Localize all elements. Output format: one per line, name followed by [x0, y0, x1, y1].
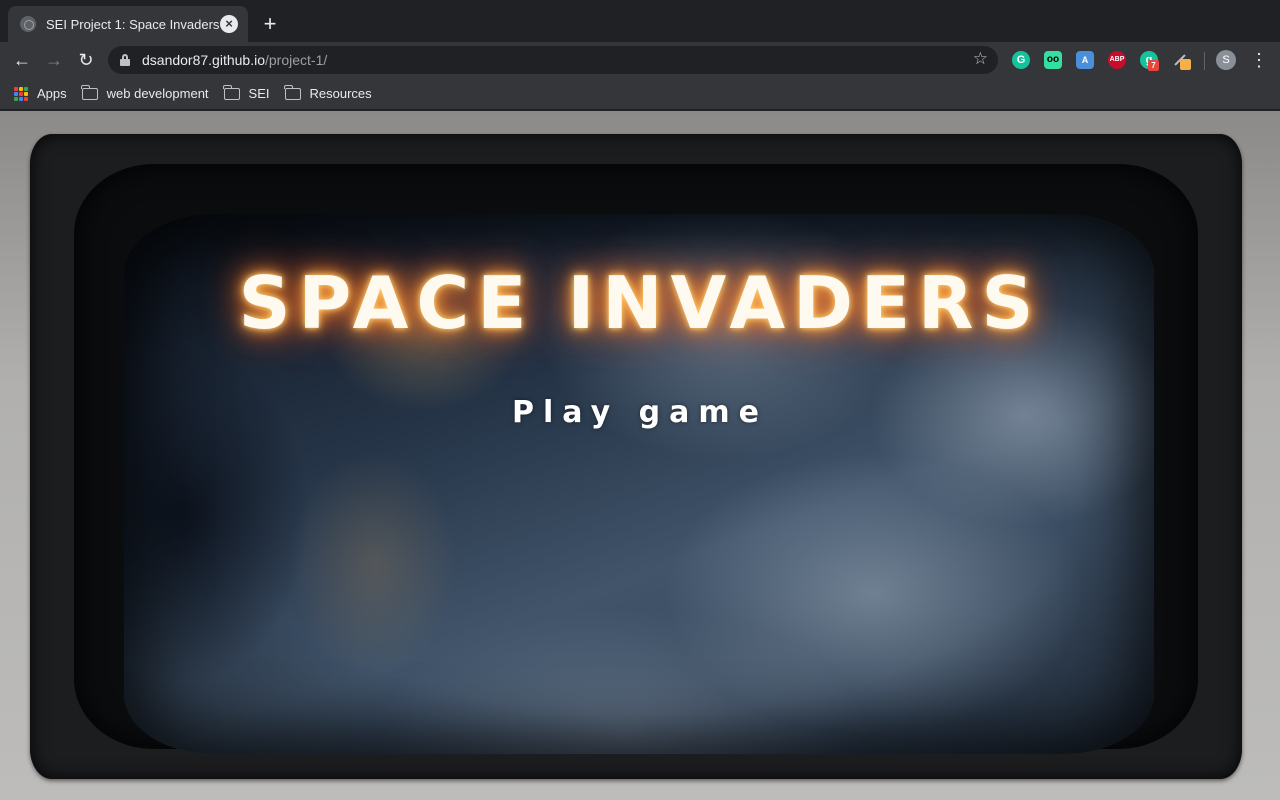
adblock-plus-extension-icon[interactable]: ABP	[1108, 51, 1126, 69]
bookmark-resources[interactable]: Resources	[284, 84, 372, 101]
reload-button[interactable]: ↻	[74, 48, 98, 72]
folder-icon	[284, 84, 301, 100]
more-menu-icon[interactable]: ⋮	[1250, 48, 1268, 72]
lock-icon[interactable]	[120, 54, 130, 66]
tv-frame	[30, 134, 1242, 779]
bookmark-label: Resources	[309, 86, 372, 101]
url-path: /project-1/	[265, 52, 328, 68]
bookmark-label: Apps	[37, 86, 67, 101]
bookmark-label: SEI	[248, 86, 270, 101]
address-bar[interactable]: dsandor87.github.io/project-1/ ☆	[108, 46, 998, 74]
globe-icon	[20, 16, 36, 32]
translate-extension-icon[interactable]: A	[1076, 51, 1094, 69]
tripadvisor-extension-icon[interactable]: oo	[1044, 51, 1062, 69]
grammarly-g2-extension-icon[interactable]: g 7	[1140, 51, 1159, 71]
bookmark-star-icon[interactable]: ☆	[973, 49, 988, 69]
browser-tab[interactable]: SEI Project 1: Space Invaders ×	[8, 6, 248, 42]
tv-bezel	[74, 164, 1198, 754]
bookmark-label: web development	[106, 86, 209, 101]
folder-icon	[81, 84, 98, 100]
forward-button[interactable]: →	[42, 48, 66, 72]
url-host: dsandor87.github.io	[142, 52, 265, 68]
tab-strip: SEI Project 1: Space Invaders × +	[0, 0, 1280, 42]
apps-grid-icon	[14, 86, 28, 101]
back-button[interactable]: ←	[10, 48, 34, 72]
close-icon[interactable]: ×	[220, 15, 238, 33]
extension-badge: 7	[1148, 60, 1159, 71]
profile-avatar[interactable]: S	[1216, 50, 1236, 70]
bookmark-sei[interactable]: SEI	[223, 84, 270, 101]
play-game-button[interactable]: Play game	[0, 395, 1280, 430]
toolbar-divider	[1204, 52, 1205, 70]
new-tab-button[interactable]: +	[258, 12, 282, 36]
page-viewport	[0, 111, 1280, 800]
bookmark-web-development[interactable]: web development	[81, 84, 209, 101]
game-title: SPACE INVADERS	[238, 261, 1042, 345]
tab-title: SEI Project 1: Space Invaders	[46, 16, 220, 32]
folder-icon	[223, 84, 240, 100]
bookmark-apps[interactable]: Apps	[14, 86, 67, 101]
browser-toolbar: ← → ↻ dsandor87.github.io/project-1/ ☆ G…	[0, 42, 1280, 78]
grammarly-extension-icon[interactable]: G	[1012, 51, 1030, 69]
bookmarks-bar: Apps web development SEI Resources	[0, 78, 1280, 110]
pen-extension-icon[interactable]	[1172, 51, 1191, 70]
